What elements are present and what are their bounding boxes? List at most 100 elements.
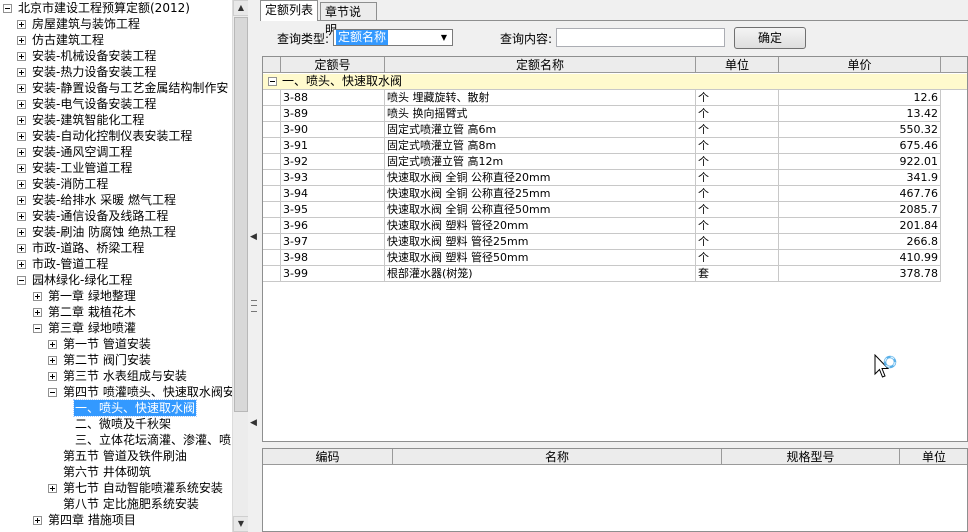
- cell-name[interactable]: 喷头 埋藏旋转、散射: [385, 90, 696, 106]
- tree-item-label[interactable]: 安装-热力设备安装工程: [31, 64, 157, 80]
- col-header-name[interactable]: 定额名称: [385, 57, 696, 73]
- table-row[interactable]: 3-95 快速取水阀 全铜 公称直径50mm 个 2085.7: [263, 202, 967, 218]
- cell-unit[interactable]: 个: [696, 170, 779, 186]
- cell-unit[interactable]: 个: [696, 202, 779, 218]
- plus-box-icon[interactable]: [17, 84, 26, 93]
- cell-code[interactable]: 3-97: [281, 234, 385, 250]
- cell-price[interactable]: 201.84: [779, 218, 941, 234]
- query-type-select[interactable]: 定额名称 ▼: [333, 29, 453, 46]
- cell-code[interactable]: 3-96: [281, 218, 385, 234]
- plus-box-icon[interactable]: [17, 244, 26, 253]
- cell-price[interactable]: 341.9: [779, 170, 941, 186]
- plus-box-icon[interactable]: [33, 308, 42, 317]
- plus-box-icon[interactable]: [48, 340, 57, 349]
- scroll-up-icon[interactable]: ▲: [233, 0, 249, 16]
- plus-box-icon[interactable]: [17, 36, 26, 45]
- table-row[interactable]: 3-91 固定式喷灌立管 高8m 个 675.46: [263, 138, 967, 154]
- cell-price[interactable]: 12.6: [779, 90, 941, 106]
- cell-name[interactable]: 快速取水阀 全铜 公称直径25mm: [385, 186, 696, 202]
- scrollbar-thumb[interactable]: [234, 17, 248, 412]
- detail-col-code[interactable]: 编码: [263, 449, 393, 465]
- cell-code[interactable]: 3-88: [281, 90, 385, 106]
- tree-item-label[interactable]: 第二章 栽植花木: [47, 304, 137, 320]
- splitter-grip-icon[interactable]: [251, 300, 257, 312]
- plus-box-icon[interactable]: [17, 196, 26, 205]
- cell-unit[interactable]: 个: [696, 250, 779, 266]
- cell-name[interactable]: 快速取水阀 塑料 管径20mm: [385, 218, 696, 234]
- table-row[interactable]: 3-93 快速取水阀 全铜 公称直径20mm 个 341.9: [263, 170, 967, 186]
- tree-item-label[interactable]: 仿古建筑工程: [31, 32, 105, 48]
- cell-code[interactable]: 3-91: [281, 138, 385, 154]
- table-row[interactable]: 3-90 固定式喷灌立管 高6m 个 550.32: [263, 122, 967, 138]
- detail-col-spec[interactable]: 规格型号: [722, 449, 900, 465]
- cell-price[interactable]: 13.42: [779, 106, 941, 122]
- cell-unit[interactable]: 个: [696, 154, 779, 170]
- minus-box-icon[interactable]: [33, 324, 42, 333]
- query-content-input[interactable]: [556, 28, 725, 47]
- minus-box-icon[interactable]: [48, 388, 57, 397]
- cell-name[interactable]: 固定式喷灌立管 高12m: [385, 154, 696, 170]
- cell-unit[interactable]: 套: [696, 266, 779, 282]
- cell-code[interactable]: 3-93: [281, 170, 385, 186]
- tab-quota-list[interactable]: 定额列表: [260, 0, 318, 21]
- tree-item-label[interactable]: 第一节 管道安装: [62, 336, 152, 352]
- table-row[interactable]: 3-96 快速取水阀 塑料 管径20mm 个 201.84: [263, 218, 967, 234]
- scroll-down-icon[interactable]: ▼: [233, 516, 249, 532]
- tree-item-label[interactable]: 安装-刷油 防腐蚀 绝热工程: [31, 224, 177, 240]
- tree-item-label[interactable]: 安装-电气设备安装工程: [31, 96, 157, 112]
- cell-price[interactable]: 410.99: [779, 250, 941, 266]
- cell-price[interactable]: 922.01: [779, 154, 941, 170]
- tree-item-label[interactable]: 安装-自动化控制仪表安装工程: [31, 128, 193, 144]
- chevron-down-icon[interactable]: ▼: [436, 30, 452, 45]
- cell-price[interactable]: 675.46: [779, 138, 941, 154]
- tree-item-label[interactable]: 安装-建筑智能化工程: [31, 112, 145, 128]
- tree-item-label[interactable]: 二、微喷及千秋架: [74, 416, 172, 432]
- tree-scrollbar[interactable]: ▲ ▼: [232, 0, 249, 532]
- cell-price[interactable]: 378.78: [779, 266, 941, 282]
- cell-name[interactable]: 快速取水阀 塑料 管径50mm: [385, 250, 696, 266]
- group-row[interactable]: 一、喷头、快速取水阀: [263, 74, 967, 90]
- col-header-code[interactable]: 定额号: [281, 57, 385, 73]
- plus-box-icon[interactable]: [17, 52, 26, 61]
- cell-price[interactable]: 550.32: [779, 122, 941, 138]
- plus-box-icon[interactable]: [17, 228, 26, 237]
- cell-code[interactable]: 3-94: [281, 186, 385, 202]
- tree-item-label[interactable]: 安装-通信设备及线路工程: [31, 208, 169, 224]
- collapse-left-icon[interactable]: ◀: [250, 232, 257, 242]
- plus-box-icon[interactable]: [48, 372, 57, 381]
- plus-box-icon[interactable]: [48, 356, 57, 365]
- plus-box-icon[interactable]: [17, 164, 26, 173]
- tree-item-label[interactable]: 第七节 自动智能喷灌系统安装: [62, 480, 224, 496]
- cell-name[interactable]: 快速取水阀 塑料 管径25mm: [385, 234, 696, 250]
- plus-box-icon[interactable]: [17, 116, 26, 125]
- tree-item-label[interactable]: 安装-消防工程: [31, 176, 109, 192]
- tree-item-label[interactable]: 第四章 措施项目: [47, 512, 137, 528]
- cell-unit[interactable]: 个: [696, 90, 779, 106]
- plus-box-icon[interactable]: [17, 20, 26, 29]
- cell-unit[interactable]: 个: [696, 234, 779, 250]
- cell-unit[interactable]: 个: [696, 186, 779, 202]
- detail-col-name[interactable]: 名称: [393, 449, 722, 465]
- tree-item-label[interactable]: 一、喷头、快速取水阀: [72, 399, 198, 417]
- tree-item-label[interactable]: 第一章 绿地整理: [47, 288, 137, 304]
- tree-item-label[interactable]: 第二节 阀门安装: [62, 352, 152, 368]
- col-header-unit[interactable]: 单位: [696, 57, 779, 73]
- tree-item-label[interactable]: 第四节 喷灌喷头、快速取水阀安: [62, 384, 232, 400]
- tree-item-label[interactable]: 安装-机械设备安装工程: [31, 48, 157, 64]
- cell-price[interactable]: 467.76: [779, 186, 941, 202]
- minus-box-icon[interactable]: [268, 77, 277, 86]
- plus-box-icon[interactable]: [17, 68, 26, 77]
- table-row[interactable]: 3-98 快速取水阀 塑料 管径50mm 个 410.99: [263, 250, 967, 266]
- cell-name[interactable]: 快速取水阀 全铜 公称直径20mm: [385, 170, 696, 186]
- tree-item-label[interactable]: 第三章 绿地喷灌: [47, 320, 137, 336]
- cell-unit[interactable]: 个: [696, 106, 779, 122]
- tree-item-label[interactable]: 园林绿化-绿化工程: [31, 272, 133, 288]
- confirm-button[interactable]: 确定: [734, 27, 806, 49]
- tree-item-label[interactable]: 安装-工业管道工程: [31, 160, 133, 176]
- cell-code[interactable]: 3-99: [281, 266, 385, 282]
- cell-code[interactable]: 3-98: [281, 250, 385, 266]
- tree-item-label[interactable]: 安装-静置设备与工艺金属结构制作安: [31, 80, 229, 96]
- detail-col-unit[interactable]: 单位: [900, 449, 967, 465]
- cell-unit[interactable]: 个: [696, 122, 779, 138]
- table-row[interactable]: 3-88 喷头 埋藏旋转、散射个 12.6: [263, 90, 967, 106]
